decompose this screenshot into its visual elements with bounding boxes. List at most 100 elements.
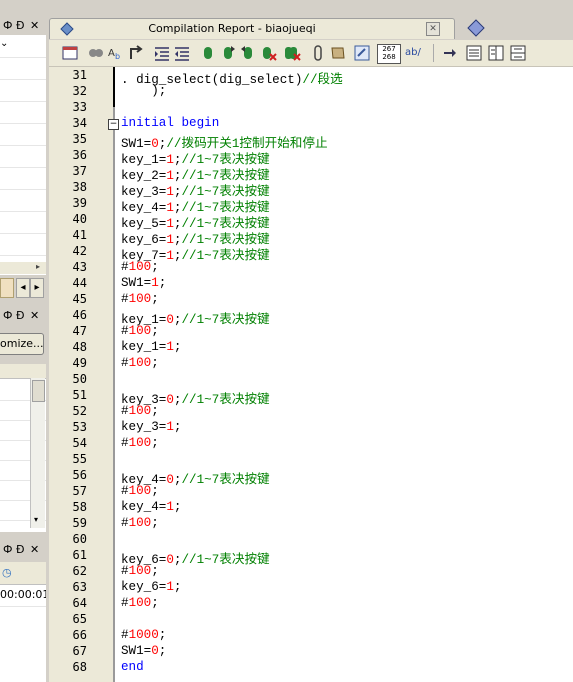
code-line[interactable]: #100; bbox=[121, 260, 159, 274]
line-number: 48 bbox=[72, 340, 87, 354]
code-line[interactable]: #100; bbox=[121, 404, 159, 418]
paperclip-icon[interactable] bbox=[309, 44, 327, 62]
left-pane-2-vscroll[interactable]: ▾ bbox=[30, 378, 45, 528]
line-number: 36 bbox=[72, 148, 87, 162]
pin-icon[interactable]: Ф bbox=[3, 309, 12, 322]
line-number: 54 bbox=[72, 436, 87, 450]
float-icon[interactable]: Ð bbox=[16, 543, 25, 556]
svg-text:b: b bbox=[115, 52, 120, 61]
tab-close-icon[interactable]: ✕ bbox=[426, 22, 440, 36]
bookmark-clear-icon[interactable] bbox=[259, 44, 277, 62]
close-icon[interactable]: ✕ bbox=[30, 543, 39, 556]
list-header bbox=[0, 364, 46, 379]
code-line[interactable]: #100; bbox=[121, 596, 159, 610]
line-number: 50 bbox=[72, 372, 87, 386]
editor-tabbar: Compilation Report - biaojueqi ✕ bbox=[49, 16, 573, 39]
line-number: 41 bbox=[72, 228, 87, 242]
line-number: 56 bbox=[72, 468, 87, 482]
chevron-down-icon[interactable]: ⌄ bbox=[0, 38, 8, 49]
close-icon[interactable]: ✕ bbox=[30, 309, 39, 322]
line-number: 59 bbox=[72, 516, 87, 530]
left-pane-1-tabstrip: ◂ ▸ bbox=[0, 276, 46, 300]
report-toggle-icon[interactable] bbox=[61, 44, 79, 62]
code-line[interactable]: #100; bbox=[121, 356, 159, 370]
tab-other[interactable] bbox=[461, 18, 491, 38]
bookmark-next-icon[interactable] bbox=[219, 44, 237, 62]
line-number: 32 bbox=[72, 84, 87, 98]
line-number: 63 bbox=[72, 580, 87, 594]
code-editor[interactable]: 31. dig_select(dig_select)//段选 32 ); 33 34−… bbox=[49, 67, 573, 682]
line-number: 34 bbox=[72, 116, 87, 130]
code-line[interactable]: end bbox=[121, 660, 144, 674]
code-line[interactable]: initial begin bbox=[121, 116, 219, 130]
line-number: 47 bbox=[72, 324, 87, 338]
tab-scroll-right-icon[interactable]: ▸ bbox=[30, 278, 44, 298]
line-number: 49 bbox=[72, 356, 87, 370]
fold-margin-line bbox=[113, 67, 115, 682]
line-number: 58 bbox=[72, 500, 87, 514]
code-line[interactable]: #100; bbox=[121, 484, 159, 498]
scroll-icon[interactable] bbox=[329, 44, 347, 62]
code-line[interactable]: key_6=1; bbox=[121, 580, 181, 594]
split-horizontal-icon[interactable] bbox=[487, 44, 505, 62]
tab-scroll-left-icon[interactable]: ◂ bbox=[16, 278, 30, 298]
bookmark-icon[interactable] bbox=[199, 44, 217, 62]
line-number: 61 bbox=[72, 548, 87, 562]
split-icon[interactable] bbox=[465, 44, 483, 62]
line-number: 57 bbox=[72, 484, 87, 498]
code-line[interactable]: #100; bbox=[121, 436, 159, 450]
fold-toggle-icon[interactable]: − bbox=[108, 119, 119, 130]
find-replace-icon[interactable]: Ab bbox=[107, 44, 125, 62]
code-line[interactable]: #100; bbox=[121, 564, 159, 578]
tab-compilation-report[interactable]: Compilation Report - biaojueqi ✕ bbox=[49, 18, 455, 39]
line-number: 37 bbox=[72, 164, 87, 178]
line-number: 68 bbox=[72, 660, 87, 674]
scroll-down-icon[interactable]: ▾ bbox=[34, 515, 38, 524]
line-number: 45 bbox=[72, 292, 87, 306]
line-number: 67 bbox=[72, 644, 87, 658]
code-line[interactable]: key_3=1; bbox=[121, 420, 181, 434]
unindent-icon[interactable] bbox=[173, 44, 191, 62]
line-number: 43 bbox=[72, 260, 87, 274]
left-pane-1-hscroll[interactable]: ▸ bbox=[0, 262, 46, 274]
line-number-badge[interactable]: 267 268 bbox=[377, 44, 401, 64]
code-line[interactable]: #100; bbox=[121, 324, 159, 338]
split-vertical-icon[interactable] bbox=[509, 44, 527, 62]
line-number: 46 bbox=[72, 308, 87, 322]
bookmark-clear-all-icon[interactable] bbox=[283, 44, 301, 62]
line-number: 62 bbox=[72, 564, 87, 578]
indent-icon[interactable] bbox=[153, 44, 171, 62]
code-line[interactable]: #100; bbox=[121, 292, 159, 306]
float-icon[interactable]: Ð bbox=[16, 19, 25, 32]
goto-line-icon[interactable] bbox=[127, 44, 145, 62]
find-icon[interactable] bbox=[87, 44, 105, 62]
word-wrap-button[interactable]: ab/ bbox=[405, 44, 427, 62]
pin-icon[interactable]: Ф bbox=[3, 19, 12, 32]
scroll-right-icon[interactable]: ▸ bbox=[36, 262, 40, 271]
arrow-right-icon[interactable] bbox=[441, 44, 459, 62]
code-line[interactable]: SW1=0; bbox=[121, 644, 166, 658]
float-icon[interactable]: Ð bbox=[16, 309, 25, 322]
line-number: 38 bbox=[72, 180, 87, 194]
left-pane-3: ◷ 00:00:01 bbox=[0, 562, 46, 682]
customize-button[interactable]: omize... bbox=[0, 333, 44, 355]
line-number: 60 bbox=[72, 532, 87, 546]
scroll-thumb[interactable] bbox=[32, 380, 45, 402]
code-line[interactable]: key_4=1; bbox=[121, 500, 181, 514]
code-line[interactable]: #1000; bbox=[121, 628, 166, 642]
time-header: ◷ bbox=[0, 562, 46, 585]
code-line[interactable]: key_1=1; bbox=[121, 340, 181, 354]
code-line[interactable]: SW1=1; bbox=[121, 276, 166, 290]
badge-top: 267 bbox=[382, 45, 396, 53]
code-line[interactable]: ); bbox=[121, 84, 166, 98]
elapsed-time: 00:00:01 bbox=[0, 588, 46, 601]
close-icon[interactable]: ✕ bbox=[30, 19, 39, 32]
tab-title: Compilation Report - biaojueqi bbox=[148, 22, 316, 35]
code-icon[interactable] bbox=[353, 44, 371, 62]
pin-icon[interactable]: Ф bbox=[3, 543, 12, 556]
line-number: 33 bbox=[72, 100, 87, 114]
clock-icon: ◷ bbox=[2, 566, 12, 579]
pane-tab[interactable] bbox=[0, 278, 14, 298]
bookmark-prev-icon[interactable] bbox=[239, 44, 257, 62]
code-line[interactable]: #100; bbox=[121, 516, 159, 530]
